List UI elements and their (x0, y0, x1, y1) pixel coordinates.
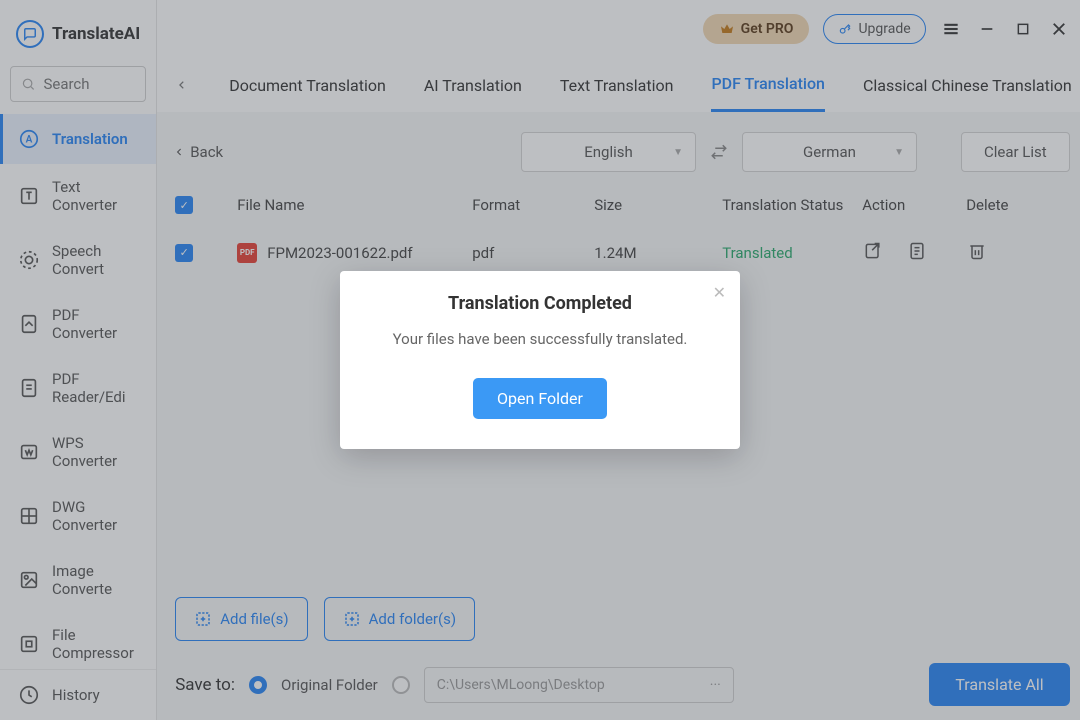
modal-title: Translation Completed (368, 293, 712, 314)
modal-close-button[interactable]: ✕ (713, 283, 726, 302)
open-folder-button[interactable]: Open Folder (473, 378, 607, 419)
completion-modal: ✕ Translation Completed Your files have … (340, 271, 740, 450)
modal-overlay[interactable]: ✕ Translation Completed Your files have … (0, 0, 1080, 720)
modal-message: Your files have been successfully transl… (368, 328, 712, 351)
